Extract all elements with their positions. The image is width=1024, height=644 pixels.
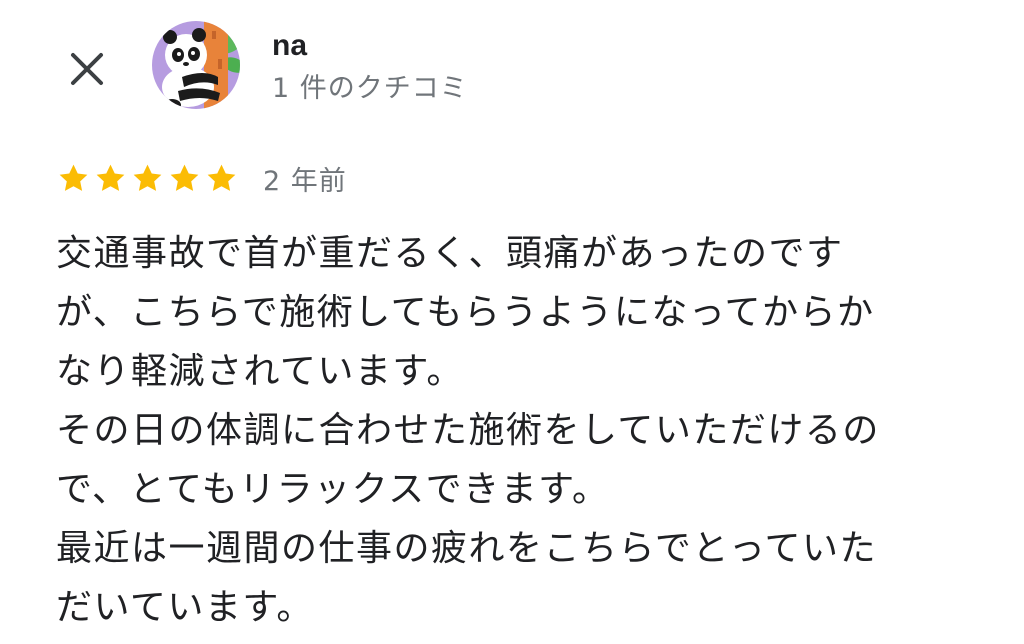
review-text-line: 交通事故で首が重だるく、頭痛があったのです: [56, 233, 844, 274]
reviewer-name[interactable]: na: [272, 28, 468, 64]
review-text-line: で、とてもリラックスできます。: [56, 469, 610, 510]
review-text-line: 最近は一週間の仕事の疲れをこちらでとっていた: [56, 528, 878, 569]
star-rating: [56, 161, 239, 196]
review-text-line: なり軽減されています。: [56, 351, 464, 392]
review-text-line: その日の体調に合わせた施術をしていただけるの: [56, 410, 880, 451]
panda-avatar-icon: [152, 21, 240, 109]
review-time: 2 年前: [263, 165, 347, 197]
review-text-line: が、こちらで施術してもらうようになってからか: [56, 292, 875, 333]
rating-row: 2 年前: [56, 158, 347, 198]
star-icon: [130, 161, 165, 196]
review-text: 交通事故で首が重だるく、頭痛があったのです が、こちらで施術してもらうようになって…: [56, 224, 966, 637]
review-text-line: だいています。: [56, 587, 314, 628]
star-icon: [167, 161, 202, 196]
close-icon[interactable]: [67, 49, 107, 93]
close-button[interactable]: [62, 46, 112, 96]
star-icon: [93, 161, 128, 196]
star-icon: [56, 161, 91, 196]
review-count: 1 件のクチコミ: [272, 73, 468, 104]
star-icon: [204, 161, 239, 196]
avatar[interactable]: [152, 21, 240, 109]
